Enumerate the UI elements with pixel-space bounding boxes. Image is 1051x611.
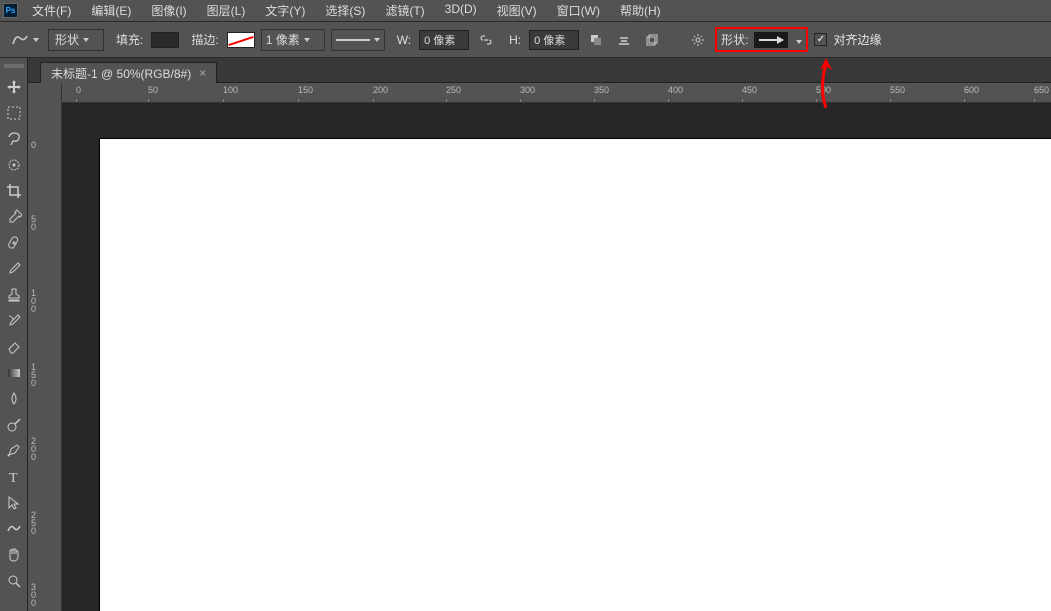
align-edges-checkbox[interactable]: ✓ <box>814 33 827 46</box>
menu-item[interactable]: 图层(L) <box>197 0 256 22</box>
custom-shape-tool-icon[interactable] <box>2 518 26 540</box>
ruler-tick: 250 <box>446 85 461 95</box>
blur-tool-icon[interactable] <box>2 388 26 410</box>
gear-icon[interactable] <box>687 29 709 51</box>
type-tool-icon[interactable]: T <box>2 466 26 488</box>
document-tab[interactable]: 未标题-1 @ 50%(RGB/8#) × <box>40 62 217 83</box>
ruler-tick: 350 <box>594 85 609 95</box>
align-edges-label: 对齐边缘 <box>833 31 881 48</box>
app-logo: Ps <box>3 3 18 18</box>
options-bar: 形状 填充: 描边: 1 像素 W: 0 像素 H: 0 像素 形状: ✓ 对齐… <box>0 22 1051 58</box>
ruler-tick: 500 <box>816 85 831 95</box>
healing-tool-icon[interactable] <box>2 232 26 254</box>
lasso-tool-icon[interactable] <box>2 128 26 150</box>
eraser-tool-icon[interactable] <box>2 336 26 358</box>
path-ops-icon[interactable] <box>585 29 607 51</box>
ruler-tick: 300 <box>520 85 535 95</box>
width-label: W: <box>397 33 411 47</box>
menu-item[interactable]: 文件(F) <box>22 0 81 22</box>
ruler-tick: 250 <box>31 511 36 535</box>
stamp-tool-icon[interactable] <box>2 284 26 306</box>
path-select-tool-icon[interactable] <box>2 492 26 514</box>
move-tool-icon[interactable] <box>2 76 26 98</box>
brush-tool-icon[interactable] <box>2 258 26 280</box>
menu-item[interactable]: 3D(D) <box>435 0 487 22</box>
close-icon[interactable]: × <box>199 66 206 80</box>
tool-strip: T <box>0 58 28 611</box>
ruler-tick: 0 <box>76 85 81 95</box>
pen-tool-icon[interactable] <box>2 440 26 462</box>
width-field[interactable]: 0 像素 <box>419 30 469 50</box>
ruler-tick: 550 <box>890 85 905 95</box>
eyedropper-tool-icon[interactable] <box>2 206 26 228</box>
zoom-tool-icon[interactable] <box>2 570 26 592</box>
menu-item[interactable]: 视图(V) <box>487 0 547 22</box>
menu-item[interactable]: 编辑(E) <box>81 0 141 22</box>
ruler-tick: 450 <box>742 85 757 95</box>
height-field[interactable]: 0 像素 <box>529 30 579 50</box>
menu-item[interactable]: 窗口(W) <box>547 0 610 22</box>
height-label: H: <box>509 33 521 47</box>
ruler-tick: 0 <box>31 141 36 149</box>
fill-swatch[interactable] <box>151 32 179 48</box>
highlight-shape-picker: 形状: <box>715 27 808 52</box>
history-brush-tool-icon[interactable] <box>2 310 26 332</box>
canvas[interactable] <box>100 139 1051 611</box>
fill-label: 填充: <box>116 31 143 48</box>
link-wh-icon[interactable] <box>475 29 497 51</box>
ruler-tick: 100 <box>31 289 36 313</box>
crop-tool-icon[interactable] <box>2 180 26 202</box>
marquee-tool-icon[interactable] <box>2 102 26 124</box>
path-arrange-icon[interactable] <box>641 29 663 51</box>
stroke-swatch[interactable] <box>227 32 255 48</box>
stroke-label: 描边: <box>191 31 218 48</box>
toolbar-grip[interactable] <box>4 64 24 68</box>
active-tool-icon[interactable] <box>8 29 42 51</box>
ruler-tick: 150 <box>31 363 36 387</box>
ruler-tick: 600 <box>964 85 979 95</box>
ruler-tick: 200 <box>31 437 36 461</box>
menu-bar: Ps 文件(F)编辑(E)图像(I)图层(L)文字(Y)选择(S)滤镜(T)3D… <box>0 0 1051 22</box>
shape-preview[interactable] <box>754 32 788 48</box>
stroke-style-select[interactable] <box>331 29 385 51</box>
hand-tool-icon[interactable] <box>2 544 26 566</box>
quick-select-tool-icon[interactable] <box>2 154 26 176</box>
ruler-tick: 400 <box>668 85 683 95</box>
svg-text:T: T <box>9 471 18 485</box>
shape-dropdown-arrow[interactable] <box>792 33 802 47</box>
menu-item[interactable]: 文字(Y) <box>255 0 315 22</box>
vertical-ruler: 0 50 100 150 200 250 300 <box>28 83 62 611</box>
horizontal-ruler: 0 50 100 150 200 250 300 350 400 450 500 550 600 650 <box>62 83 1051 103</box>
ruler-tick: 50 <box>31 215 36 231</box>
dodge-tool-icon[interactable] <box>2 414 26 436</box>
document-tabs: 未标题-1 @ 50%(RGB/8#) × <box>0 58 1051 83</box>
menu-item[interactable]: 帮助(H) <box>610 0 671 22</box>
work-area: 0 50 100 150 200 250 300 0 50 100 150 200 250 300 350… <box>28 83 1051 611</box>
stroke-width-select[interactable]: 1 像素 <box>261 29 325 51</box>
ruler-tick: 50 <box>148 85 158 95</box>
shape-label: 形状: <box>721 31 748 48</box>
gradient-tool-icon[interactable] <box>2 362 26 384</box>
menu-item[interactable]: 滤镜(T) <box>375 0 434 22</box>
tool-mode-select[interactable]: 形状 <box>48 29 104 51</box>
ruler-tick: 150 <box>298 85 313 95</box>
ruler-tick: 650 <box>1034 85 1049 95</box>
ruler-tick: 100 <box>223 85 238 95</box>
ruler-tick: 200 <box>373 85 388 95</box>
path-align-icon[interactable] <box>613 29 635 51</box>
ruler-tick: 300 <box>31 583 36 607</box>
canvas-viewport[interactable] <box>62 103 1051 611</box>
document-tab-title: 未标题-1 @ 50%(RGB/8#) <box>51 65 191 82</box>
menu-item[interactable]: 选择(S) <box>315 0 375 22</box>
stroke-line-preview <box>336 39 370 41</box>
menu-item[interactable]: 图像(I) <box>141 0 196 22</box>
